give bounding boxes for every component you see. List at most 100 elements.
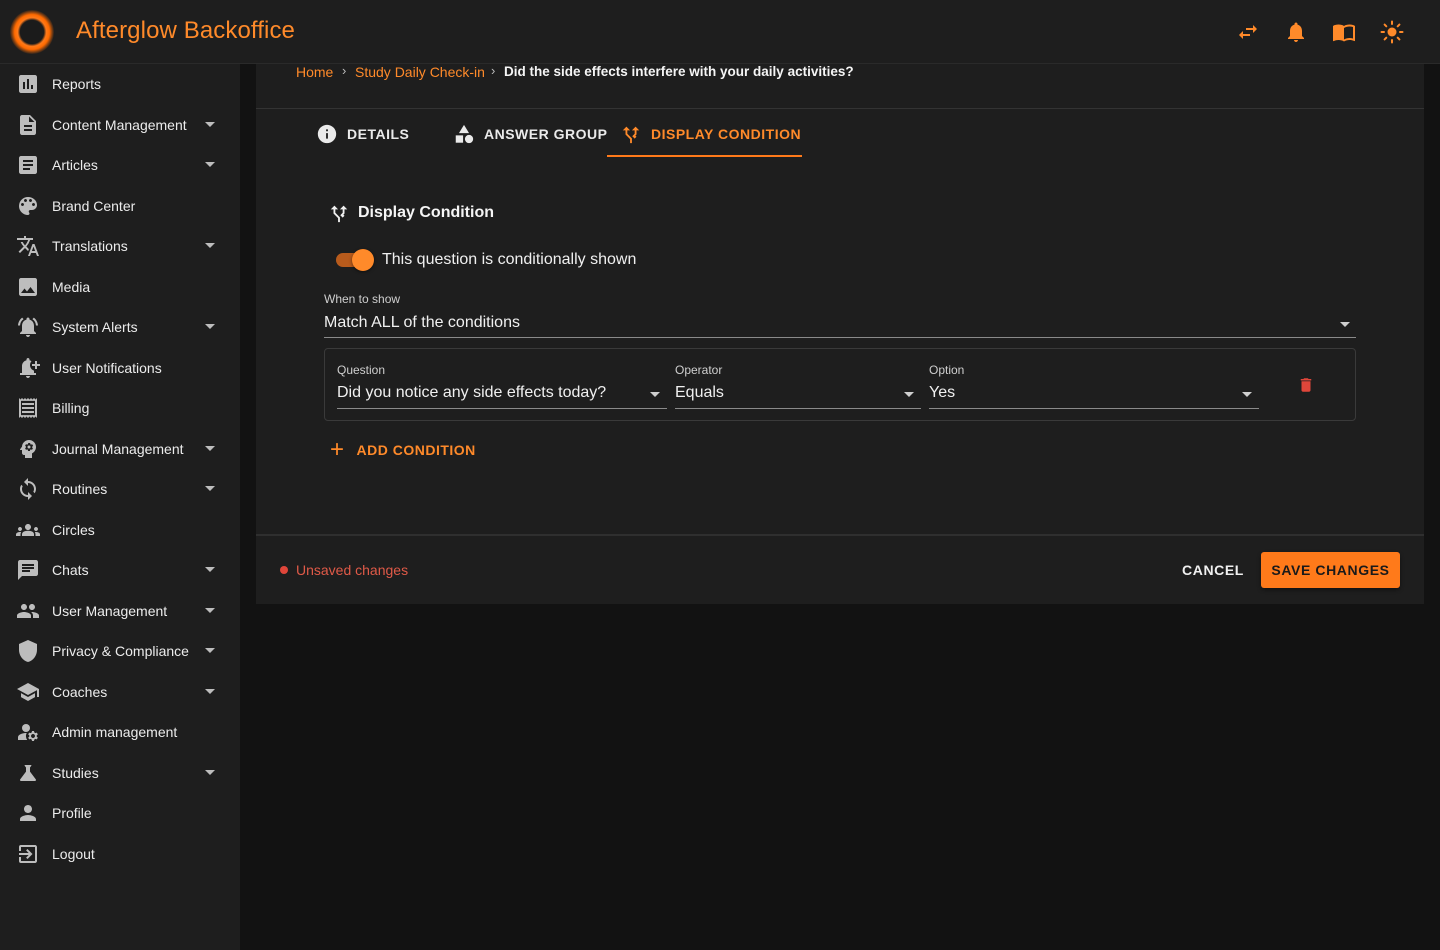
expand-caret-icon[interactable]: [205, 608, 215, 613]
delete-condition-icon[interactable]: [1297, 375, 1315, 395]
unsaved-text: Unsaved changes: [296, 562, 409, 578]
sidebar-item-user-notifications[interactable]: User Notifications: [0, 348, 240, 388]
sidebar-item-label: Routines: [52, 481, 108, 497]
chevron-down-icon: [904, 392, 914, 397]
unsaved-status: Unsaved changes: [280, 562, 408, 578]
sidebar-item-studies[interactable]: Studies: [0, 753, 240, 793]
breadcrumb-current: Did the side effects interfere with your…: [504, 64, 854, 79]
sidebar-item-label: Brand Center: [52, 198, 136, 214]
shapes-icon: [455, 124, 474, 144]
light-mode-sun-icon[interactable]: [1380, 20, 1404, 44]
conditional-toggle[interactable]: [334, 249, 374, 271]
expand-caret-icon[interactable]: [205, 446, 215, 451]
chevron-down-icon: [650, 392, 660, 397]
sidebar-item-label: Journal Management: [52, 441, 184, 457]
breadcrumb-home-link[interactable]: Home: [296, 64, 333, 80]
save-changes-button[interactable]: SAVE CHANGES: [1261, 552, 1400, 588]
active-tab-indicator: [607, 155, 802, 157]
swap-icon[interactable]: [1236, 20, 1260, 44]
option-label: Option: [929, 363, 965, 377]
toggle-thumb: [352, 249, 374, 271]
sidebar-item-user-management[interactable]: User Management: [0, 591, 240, 631]
option-value: Yes: [929, 384, 956, 401]
sidebar-item-routines[interactable]: Routines: [0, 469, 240, 509]
expand-caret-icon[interactable]: [205, 162, 215, 167]
expand-caret-icon[interactable]: [205, 770, 215, 775]
divider: [256, 108, 1424, 109]
breadcrumb-separator: ›: [491, 63, 496, 78]
person-icon: [20, 805, 36, 821]
cancel-button[interactable]: CANCEL: [1176, 552, 1250, 588]
sidebar-item-privacy-compliance[interactable]: Privacy & Compliance: [0, 631, 240, 671]
expand-caret-icon[interactable]: [205, 689, 215, 694]
sidebar-item-content-management[interactable]: Content Management: [0, 105, 240, 145]
add-condition-button[interactable]: + ADD CONDITION: [330, 436, 476, 463]
chat-icon: [18, 560, 38, 580]
option-select[interactable]: Yes: [929, 381, 1259, 409]
notifications-bell-icon[interactable]: [1284, 20, 1308, 44]
sidebar-item-label: User Management: [52, 603, 168, 619]
expand-caret-icon[interactable]: [205, 648, 215, 653]
bar-chart-icon: [19, 75, 37, 93]
operator-value: Equals: [675, 384, 724, 401]
sidebar-item-admin-management[interactable]: Admin management: [0, 712, 240, 752]
app-title: Afterglow Backoffice: [76, 17, 295, 44]
info-icon: [317, 124, 337, 144]
sidebar-item-profile[interactable]: Profile: [0, 793, 240, 833]
sidebar-item-chats[interactable]: Chats: [0, 550, 240, 590]
group-icon: [16, 524, 40, 536]
sidebar-item-label: Reports: [52, 76, 102, 92]
sidebar-item-logout[interactable]: Logout: [0, 834, 240, 874]
chevron-down-icon: [1340, 322, 1350, 327]
sidebar-item-label: Profile: [52, 805, 92, 821]
toggle-label: This question is conditionally shown: [382, 251, 637, 268]
flask-icon: [20, 765, 36, 781]
palette-icon: [19, 197, 37, 215]
sidebar-item-coaches[interactable]: Coaches: [0, 672, 240, 712]
when-to-show-select[interactable]: Match ALL of the conditions: [324, 312, 1356, 338]
article-icon: [19, 156, 37, 174]
sidebar-item-billing[interactable]: Billing: [0, 388, 240, 428]
sidebar-item-journal-management[interactable]: Journal Management: [0, 429, 240, 469]
operator-label: Operator: [675, 363, 723, 377]
people-icon: [17, 604, 39, 618]
breadcrumb-study-link[interactable]: Study Daily Check-in: [355, 64, 485, 80]
sidebar-item-label: User Notifications: [52, 360, 162, 376]
sidebar-item-label: Logout: [52, 846, 95, 862]
sidebar-item-media[interactable]: Media: [0, 267, 240, 307]
sidebar-item-translations[interactable]: Translations: [0, 226, 240, 266]
sidebar-item-circles[interactable]: Circles: [0, 510, 240, 550]
tab-details[interactable]: DETAILS: [316, 112, 409, 156]
afterglow-logo: [10, 10, 54, 54]
expand-caret-icon[interactable]: [205, 122, 215, 127]
expand-caret-icon[interactable]: [205, 243, 215, 248]
tab-answer-group[interactable]: ANSWER GROUP: [453, 112, 607, 156]
question-value: Did you notice any side effects today?: [337, 384, 607, 401]
expand-caret-icon[interactable]: [205, 486, 215, 491]
sidebar-item-brand-center[interactable]: Brand Center: [0, 186, 240, 226]
operator-select[interactable]: Equals: [675, 381, 921, 409]
footer-divider: [256, 534, 1424, 536]
question-select[interactable]: Did you notice any side effects today?: [337, 381, 667, 409]
sidebar-item-label: Chats: [52, 562, 89, 578]
sidebar-nav: Reports Content Management Articles Bran…: [0, 64, 240, 950]
tab-label: DETAILS: [347, 126, 410, 142]
docs-book-icon[interactable]: [1332, 20, 1356, 44]
sidebar-item-system-alerts[interactable]: System Alerts: [0, 307, 240, 347]
when-to-show-value: Match ALL of the conditions: [324, 314, 520, 331]
image-icon: [19, 278, 37, 296]
sidebar-item-reports[interactable]: Reports: [0, 64, 240, 104]
chevron-down-icon: [1242, 392, 1252, 397]
sidebar-item-label: Articles: [52, 157, 98, 173]
breadcrumb-separator: ›: [342, 63, 347, 78]
add-condition-label: ADD CONDITION: [356, 442, 476, 458]
expand-caret-icon[interactable]: [205, 567, 215, 572]
tab-display-condition[interactable]: DISPLAY CONDITION: [620, 112, 801, 156]
unsaved-dot-icon: [280, 566, 288, 574]
plus-icon: +: [330, 436, 345, 463]
question-label: Question: [337, 363, 386, 377]
expand-caret-icon[interactable]: [205, 324, 215, 329]
sidebar-item-articles[interactable]: Articles: [0, 145, 240, 185]
section-title: Display Condition: [328, 202, 494, 224]
sidebar-item-label: Coaches: [52, 684, 108, 700]
